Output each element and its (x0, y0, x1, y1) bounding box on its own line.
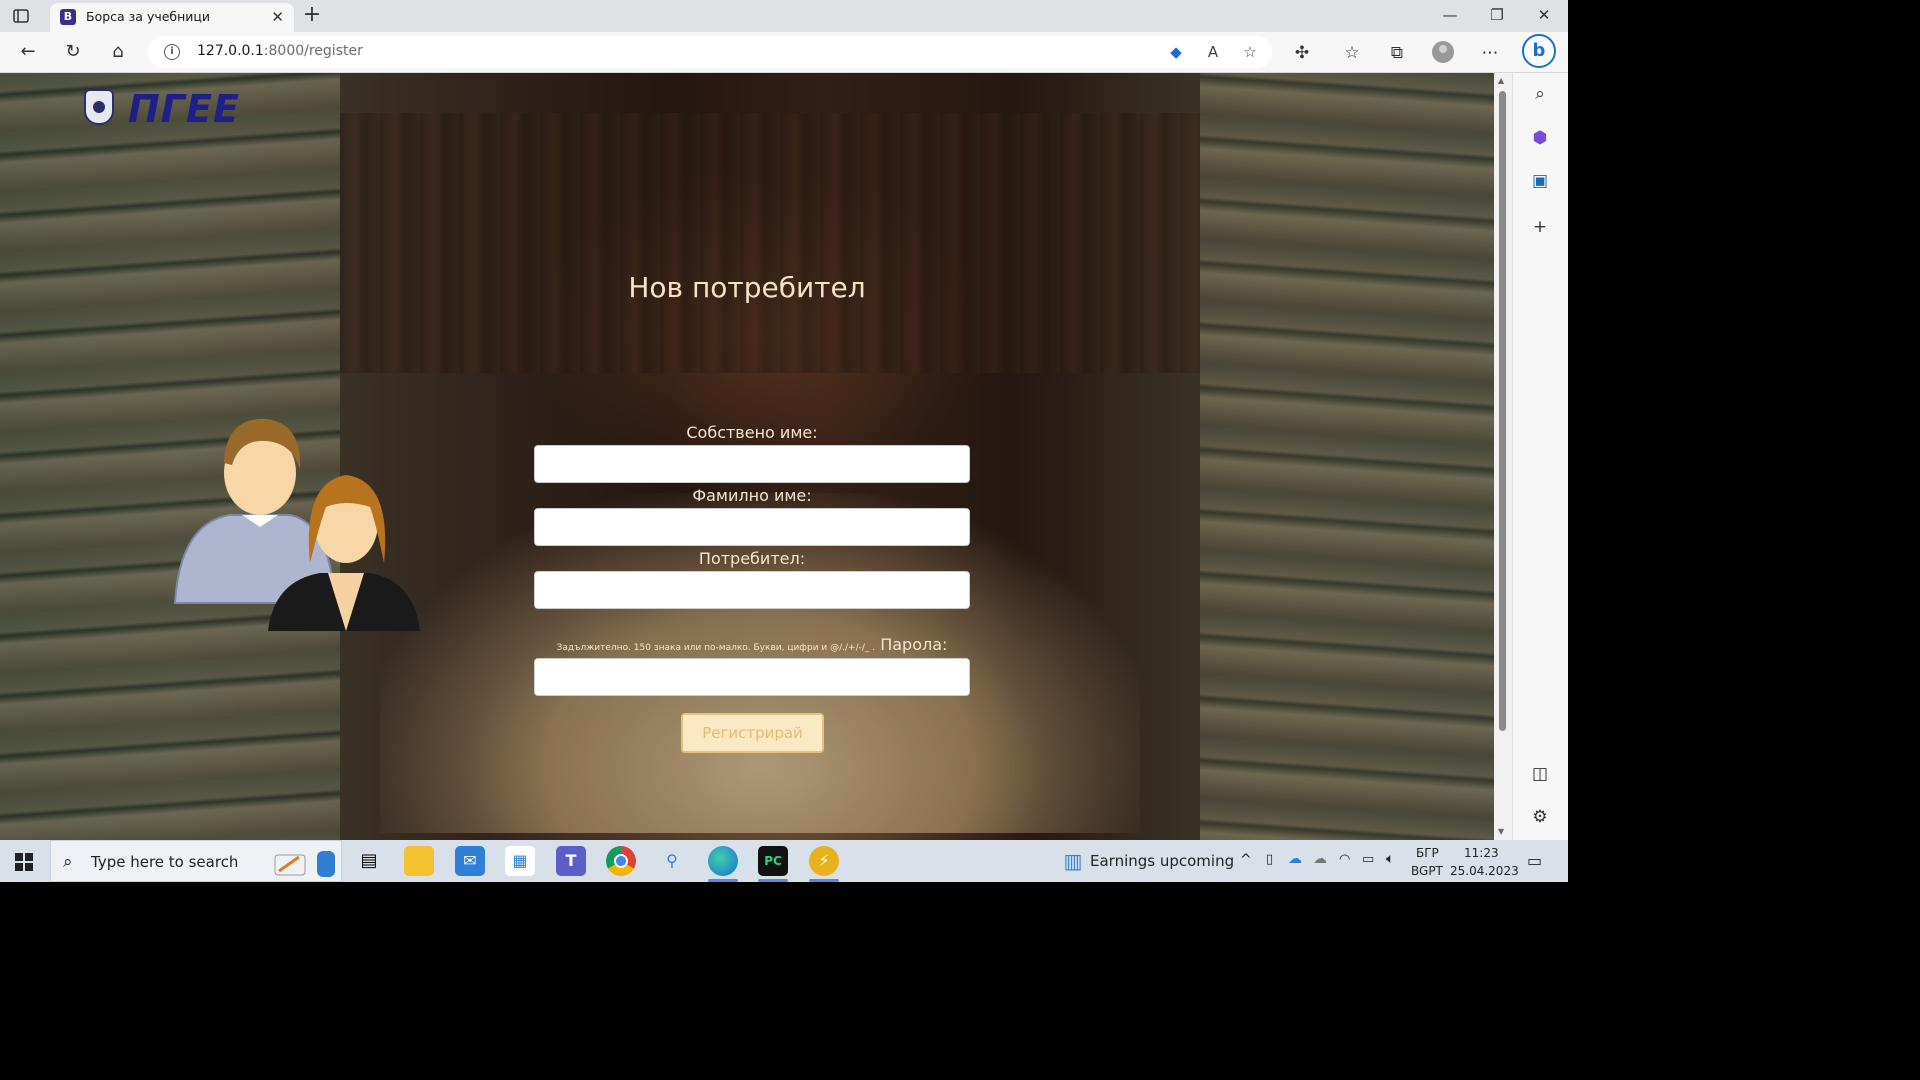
first-name-input[interactable] (534, 445, 970, 483)
register-button[interactable]: Регистрирай (681, 713, 824, 753)
file-explorer-icon[interactable] (404, 846, 434, 876)
minimize-icon[interactable]: — (1438, 6, 1462, 24)
info-icon[interactable]: i (164, 44, 180, 60)
windows-start-icon[interactable] (15, 853, 33, 871)
page-scrollbar[interactable]: ▲ ▼ (1494, 73, 1512, 840)
last-name-input[interactable] (534, 508, 970, 546)
add-icon[interactable]: + (1529, 216, 1551, 238)
search-highlight-icon (274, 851, 335, 877)
new-tab-icon[interactable]: + (300, 3, 324, 27)
tag-icon[interactable]: ◆ (1166, 42, 1186, 62)
password-label-row: Задължително. 150 знака или по-малко. Бу… (534, 635, 970, 654)
users-illustration-icon (173, 418, 420, 631)
edge-icon[interactable] (708, 846, 738, 882)
app-icon[interactable]: ⚡ (809, 846, 839, 882)
chevron-up-icon[interactable]: ^ (1240, 852, 1252, 868)
taskbar-search-icon: ⌕ (63, 852, 73, 872)
last-name-label: Фамилно име: (692, 486, 812, 505)
outlook-icon[interactable]: ▣ (1529, 170, 1551, 192)
notifications-icon[interactable]: ▭ (1527, 851, 1542, 870)
edge-sidebar: ⌕ ⬢ ▣ + ◫ ⚙ (1512, 73, 1568, 840)
home-icon[interactable]: ⌂ (107, 41, 129, 63)
search-icon[interactable]: ⌕ (1529, 83, 1551, 105)
refresh-icon[interactable]: ↻ (62, 41, 84, 63)
wifi-icon[interactable]: ◠ (1339, 852, 1350, 867)
profile-icon[interactable] (1432, 41, 1454, 63)
clock-date[interactable]: 25.04.2023 (1450, 864, 1519, 878)
username-hint: Задължително. 150 знака или по-малко. Бу… (556, 643, 876, 653)
url-text[interactable]: 127.0.0.1:8000/register (197, 43, 363, 59)
password-input[interactable] (534, 658, 970, 696)
pycharm-icon[interactable]: PC (758, 846, 788, 882)
page-title: Нов потребител (628, 271, 866, 304)
meet-icon[interactable]: ▯ (1266, 852, 1273, 867)
language-bottom[interactable]: BGPT (1411, 864, 1443, 878)
battery-icon[interactable]: ▭ (1362, 852, 1374, 867)
tab-actions-icon[interactable] (12, 7, 30, 25)
scroll-thumb[interactable] (1499, 91, 1506, 731)
back-icon[interactable]: ← (17, 41, 39, 63)
scroll-up-icon[interactable]: ▲ (1498, 76, 1504, 85)
close-tab-icon[interactable]: ✕ (271, 8, 284, 26)
favorite-add-icon[interactable]: ☆ (1240, 42, 1260, 62)
windows-taskbar: ⌕ Type here to search ▤ ✉ ▦ T ⚲ PC ⚡ ▥ E… (0, 840, 1568, 882)
first-name-label: Собствено име: (686, 423, 818, 442)
logo-text: ПГЕЕ (128, 87, 240, 131)
logo-badge-icon (84, 89, 114, 125)
language-top[interactable]: БГР (1416, 846, 1439, 860)
settings-icon[interactable]: ⚙ (1529, 806, 1551, 828)
onedrive-personal-icon[interactable]: ☁ (1313, 851, 1327, 867)
maximize-icon[interactable]: ❐ (1485, 6, 1509, 24)
bing-icon[interactable]: b (1522, 34, 1556, 68)
extensions-icon[interactable]: ✣ (1291, 42, 1313, 64)
tab-title: Борса за учебници (86, 9, 211, 24)
collections-icon[interactable]: ⧉ (1386, 42, 1408, 64)
network-app-icon[interactable]: ⚲ (657, 846, 687, 876)
taskbar-search-input: Type here to search (91, 853, 239, 871)
username-input[interactable] (534, 571, 970, 609)
onedrive-icon[interactable]: ☁ (1288, 851, 1302, 867)
news-widget-icon[interactable]: ▥ (1058, 846, 1088, 876)
page-viewport: ПГЕЕ Нов потребител Собствено име: Фамил… (0, 73, 1494, 840)
clock-time[interactable]: 11:23 (1464, 846, 1499, 860)
close-window-icon[interactable]: ✕ (1532, 6, 1556, 24)
teams-icon[interactable]: T (556, 846, 586, 876)
tab-bar: B Борса за учебници ✕ + — ❐ ✕ (0, 0, 1568, 32)
news-widget-text[interactable]: Earnings upcoming (1090, 852, 1234, 870)
mail-icon[interactable]: ✉ (455, 846, 485, 876)
read-aloud-icon[interactable]: A (1203, 42, 1223, 62)
volume-icon[interactable]: 🔈︎ (1386, 851, 1394, 867)
task-view-icon[interactable]: ▤ (354, 846, 384, 876)
password-label: Парола: (880, 635, 948, 654)
scroll-down-icon[interactable]: ▼ (1498, 827, 1504, 836)
taskbar-search[interactable]: ⌕ Type here to search (50, 840, 342, 882)
split-screen-icon[interactable]: ◫ (1529, 763, 1551, 785)
store-icon[interactable]: ▦ (505, 846, 535, 876)
address-toolbar: ← ↻ ⌂ i 127.0.0.1:8000/register ◆ A ☆ ✣ … (0, 32, 1568, 73)
chrome-icon[interactable] (606, 846, 636, 876)
username-label: Потребител: (698, 549, 806, 568)
address-bar[interactable]: i 127.0.0.1:8000/register ◆ A ☆ (148, 36, 1272, 68)
more-icon[interactable]: ⋯ (1479, 42, 1501, 64)
copilot-icon[interactable]: ⬢ (1529, 127, 1551, 149)
favorites-icon[interactable]: ☆ (1341, 42, 1363, 64)
tab-favicon: B (60, 9, 76, 25)
browser-tab[interactable]: B Борса за учебници ✕ (50, 3, 294, 32)
